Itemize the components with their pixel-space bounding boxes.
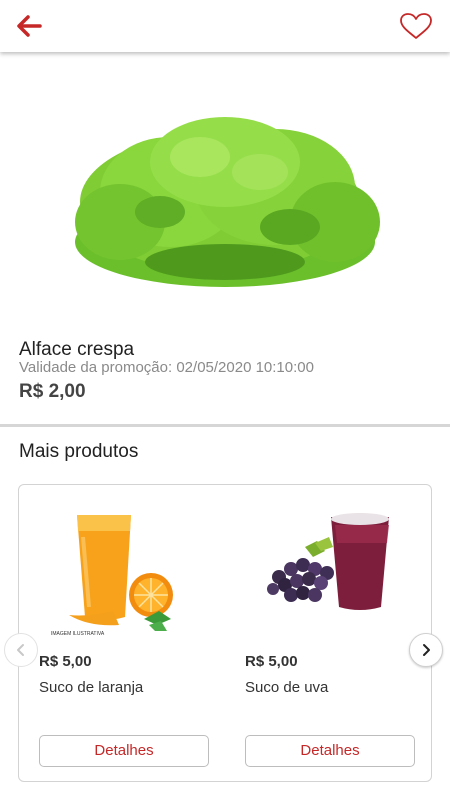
product-image — [0, 52, 450, 322]
back-button[interactable] — [16, 14, 44, 38]
card-name: Suco de laranja — [39, 679, 144, 696]
more-products-title: Mais produtos — [19, 441, 139, 462]
promo-validity: Validade da promoção: 02/05/2020 10:10:0… — [19, 359, 314, 376]
card-price: R$ 5,00 — [39, 653, 92, 670]
product-card[interactable]: R$ 5,00 Suco de uva Detalhes — [237, 485, 427, 781]
products-carousel[interactable]: IMAGEM ILUSTRATIVA R$ 5,00 Suco de laran… — [18, 484, 432, 782]
card-name: Suco de uva — [245, 679, 329, 696]
product-price: R$ 2,00 — [19, 381, 86, 402]
product-card[interactable]: IMAGEM ILUSTRATIVA R$ 5,00 Suco de laran… — [31, 485, 221, 781]
details-button[interactable]: Detalhes — [245, 735, 415, 767]
carousel-prev-button[interactable] — [4, 633, 38, 667]
card-price: R$ 5,00 — [245, 653, 298, 670]
promo-date: 02/05/2020 10:10:00 — [176, 359, 314, 376]
details-button[interactable]: Detalhes — [39, 735, 209, 767]
heart-outline-icon — [400, 13, 432, 39]
chevron-left-icon — [17, 644, 24, 656]
orange-juice-image: IMAGEM ILUSTRATIVA — [49, 507, 189, 637]
product-name: Alface crespa — [19, 339, 135, 360]
lettuce-image — [75, 117, 380, 287]
promo-label: Validade da promoção: — [19, 359, 173, 376]
favorite-button[interactable] — [399, 12, 433, 40]
section-divider — [0, 424, 450, 427]
carousel-next-button[interactable] — [409, 633, 443, 667]
top-app-bar — [0, 0, 450, 52]
arrow-left-icon — [17, 15, 42, 37]
image-caption: IMAGEM ILUSTRATIVA — [51, 631, 105, 637]
grape-juice-image — [255, 507, 395, 637]
chevron-right-icon — [423, 644, 430, 656]
